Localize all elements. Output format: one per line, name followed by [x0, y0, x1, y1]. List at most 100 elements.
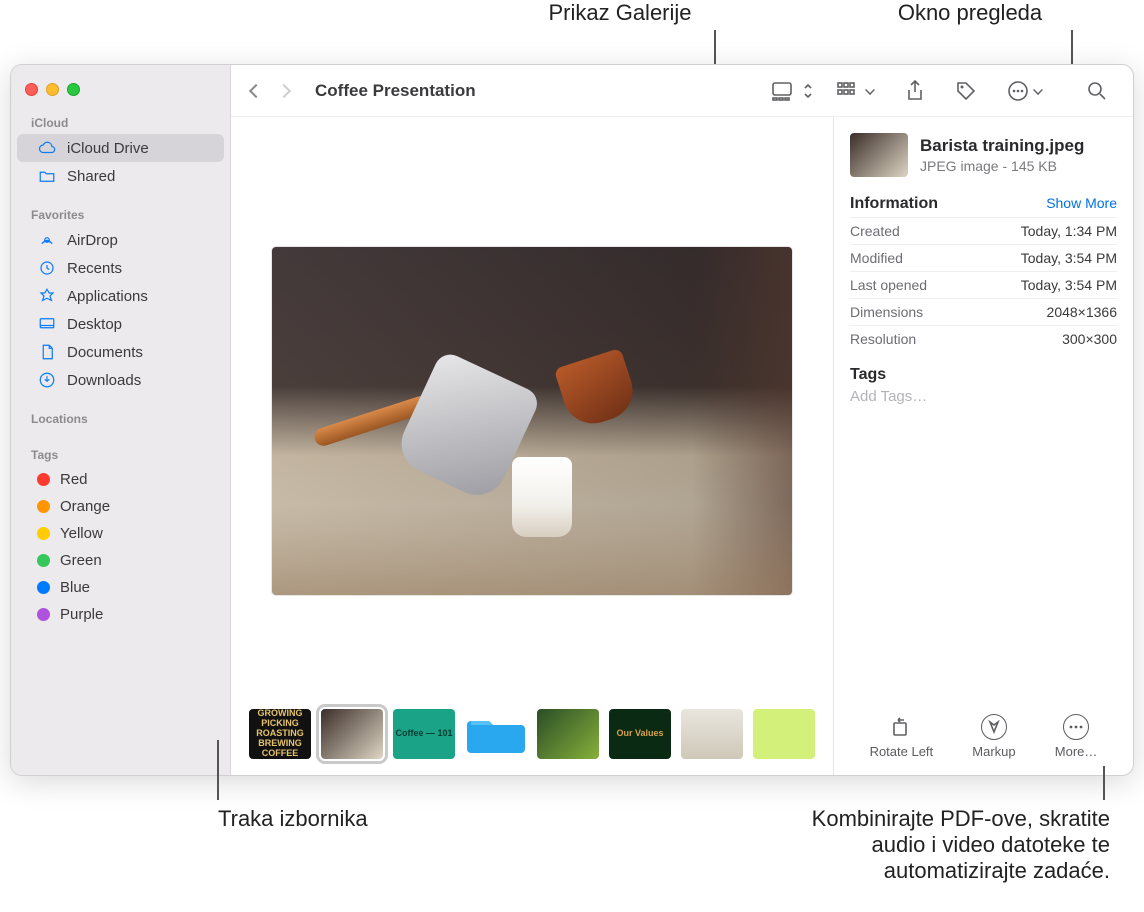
- thumbnail-item[interactable]: [753, 709, 815, 759]
- sidebar-tag-green[interactable]: Green: [17, 547, 224, 574]
- more-button[interactable]: [1001, 76, 1049, 106]
- markup-icon: [981, 714, 1007, 740]
- info-filename: Barista training.jpeg: [920, 136, 1084, 156]
- documents-icon: [37, 343, 57, 361]
- thumbnail-item[interactable]: [321, 709, 383, 759]
- info-key: Modified: [850, 250, 903, 266]
- thumbnail-label: GROWING PICKING ROASTING BREWING COFFEE: [249, 709, 311, 759]
- sidebar-item-label: Downloads: [67, 372, 141, 389]
- view-gallery-button[interactable]: [765, 77, 819, 105]
- markup-button[interactable]: Markup: [972, 714, 1015, 759]
- sidebar-item-documents[interactable]: Documents: [17, 338, 224, 366]
- callout-thumb-strip: Traka izbornika: [218, 806, 368, 832]
- sidebar-item-airdrop[interactable]: AirDrop: [17, 226, 224, 254]
- tag-dot-icon: [37, 527, 50, 540]
- airdrop-icon: [37, 231, 57, 249]
- thumbnail-item[interactable]: Coffee — 101: [393, 709, 455, 759]
- group-button[interactable]: [831, 78, 881, 104]
- sidebar-tag-orange[interactable]: Orange: [17, 493, 224, 520]
- sidebar-item-label: Desktop: [67, 316, 122, 333]
- show-more-link[interactable]: Show More: [1046, 195, 1117, 211]
- sidebar-tag-purple[interactable]: Purple: [17, 601, 224, 628]
- rotate-left-button[interactable]: Rotate Left: [870, 714, 934, 759]
- info-section-title: Information: [850, 195, 938, 213]
- minimize-button[interactable]: [46, 83, 59, 96]
- sidebar-item-downloads[interactable]: Downloads: [17, 366, 224, 394]
- callout-gallery-view: Prikaz Galerije: [520, 0, 720, 26]
- shared-folder-icon: [37, 167, 57, 185]
- info-key: Created: [850, 223, 900, 239]
- info-value: 2048×1366: [1047, 304, 1117, 320]
- sidebar-item-label: Red: [60, 471, 88, 488]
- thumbnail-item[interactable]: [465, 709, 527, 759]
- callout-line: [217, 740, 219, 800]
- info-value: Today, 1:34 PM: [1021, 223, 1117, 239]
- sidebar-tag-red[interactable]: Red: [17, 466, 224, 493]
- cloud-icon: [37, 139, 57, 157]
- sidebar-item-applications[interactable]: Applications: [17, 282, 224, 310]
- info-value: Today, 3:54 PM: [1021, 277, 1117, 293]
- preview-info-panel: Barista training.jpeg JPEG image - 145 K…: [833, 117, 1133, 775]
- sidebar-item-label: Applications: [67, 288, 148, 305]
- callout-quick-actions: Kombinirajte PDF-ove, skratite audio i v…: [650, 806, 1110, 884]
- sidebar-item-label: Green: [60, 552, 102, 569]
- thumbnail-strip: GROWING PICKING ROASTING BREWING COFFEE C…: [231, 705, 833, 775]
- thumbnail-item[interactable]: [681, 709, 743, 759]
- search-button[interactable]: [1081, 77, 1113, 105]
- thumbnail-item[interactable]: GROWING PICKING ROASTING BREWING COFFEE: [249, 709, 311, 759]
- preview-image[interactable]: [272, 247, 792, 595]
- thumbnail-label: Our Values: [609, 709, 671, 759]
- share-button[interactable]: [899, 76, 931, 106]
- sidebar-section-favorites: Favorites: [11, 202, 230, 226]
- gallery-area: GROWING PICKING ROASTING BREWING COFFEE C…: [231, 117, 833, 775]
- info-key: Resolution: [850, 331, 916, 347]
- info-key: Last opened: [850, 277, 927, 293]
- more-actions-button[interactable]: More…: [1055, 714, 1098, 759]
- toolbar: Coffee Presentation: [231, 65, 1133, 117]
- maximize-button[interactable]: [67, 83, 80, 96]
- back-button[interactable]: [245, 82, 267, 100]
- forward-button[interactable]: [273, 82, 295, 100]
- rotate-left-icon: [888, 714, 914, 740]
- tag-dot-icon: [37, 473, 50, 486]
- info-row: Resolution 300×300: [850, 325, 1117, 352]
- tag-dot-icon: [37, 608, 50, 621]
- thumbnail-item[interactable]: [537, 709, 599, 759]
- info-row: Created Today, 1:34 PM: [850, 217, 1117, 244]
- sidebar-item-label: Orange: [60, 498, 110, 515]
- sidebar-item-label: Blue: [60, 579, 90, 596]
- sidebar-item-icloud-drive[interactable]: iCloud Drive: [17, 134, 224, 162]
- sidebar-item-desktop[interactable]: Desktop: [17, 310, 224, 338]
- info-value: Today, 3:54 PM: [1021, 250, 1117, 266]
- sidebar-item-recents[interactable]: Recents: [17, 254, 224, 282]
- sidebar-item-label: Yellow: [60, 525, 103, 542]
- qa-label: More…: [1055, 744, 1098, 759]
- quick-actions: Rotate Left Markup More…: [850, 706, 1117, 765]
- info-value: 300×300: [1062, 331, 1117, 347]
- downloads-icon: [37, 371, 57, 389]
- more-icon: [1063, 714, 1089, 740]
- sidebar-tag-blue[interactable]: Blue: [17, 574, 224, 601]
- callout-preview-pane: Okno pregleda: [870, 0, 1070, 26]
- sidebar-item-shared[interactable]: Shared: [17, 162, 224, 190]
- sidebar-section-icloud: iCloud: [11, 110, 230, 134]
- info-row: Modified Today, 3:54 PM: [850, 244, 1117, 271]
- thumbnail-item[interactable]: Our Values: [609, 709, 671, 759]
- sidebar-item-label: iCloud Drive: [67, 140, 149, 157]
- tag-dot-icon: [37, 581, 50, 594]
- sidebar-tag-yellow[interactable]: Yellow: [17, 520, 224, 547]
- finder-window: iCloud iCloud Drive Shared Favorites Air…: [10, 64, 1134, 776]
- preview-stage: [231, 117, 833, 705]
- sidebar: iCloud iCloud Drive Shared Favorites Air…: [11, 65, 231, 775]
- applications-icon: [37, 287, 57, 305]
- sidebar-section-locations: Locations: [11, 406, 230, 430]
- sidebar-item-label: AirDrop: [67, 232, 118, 249]
- close-button[interactable]: [25, 83, 38, 96]
- sidebar-item-label: Shared: [67, 168, 115, 185]
- callout-line: [1103, 766, 1105, 800]
- info-row: Last opened Today, 3:54 PM: [850, 271, 1117, 298]
- tags-button[interactable]: [949, 76, 983, 106]
- sidebar-item-label: Purple: [60, 606, 103, 623]
- add-tags-field[interactable]: Add Tags…: [850, 388, 1117, 405]
- tag-dot-icon: [37, 554, 50, 567]
